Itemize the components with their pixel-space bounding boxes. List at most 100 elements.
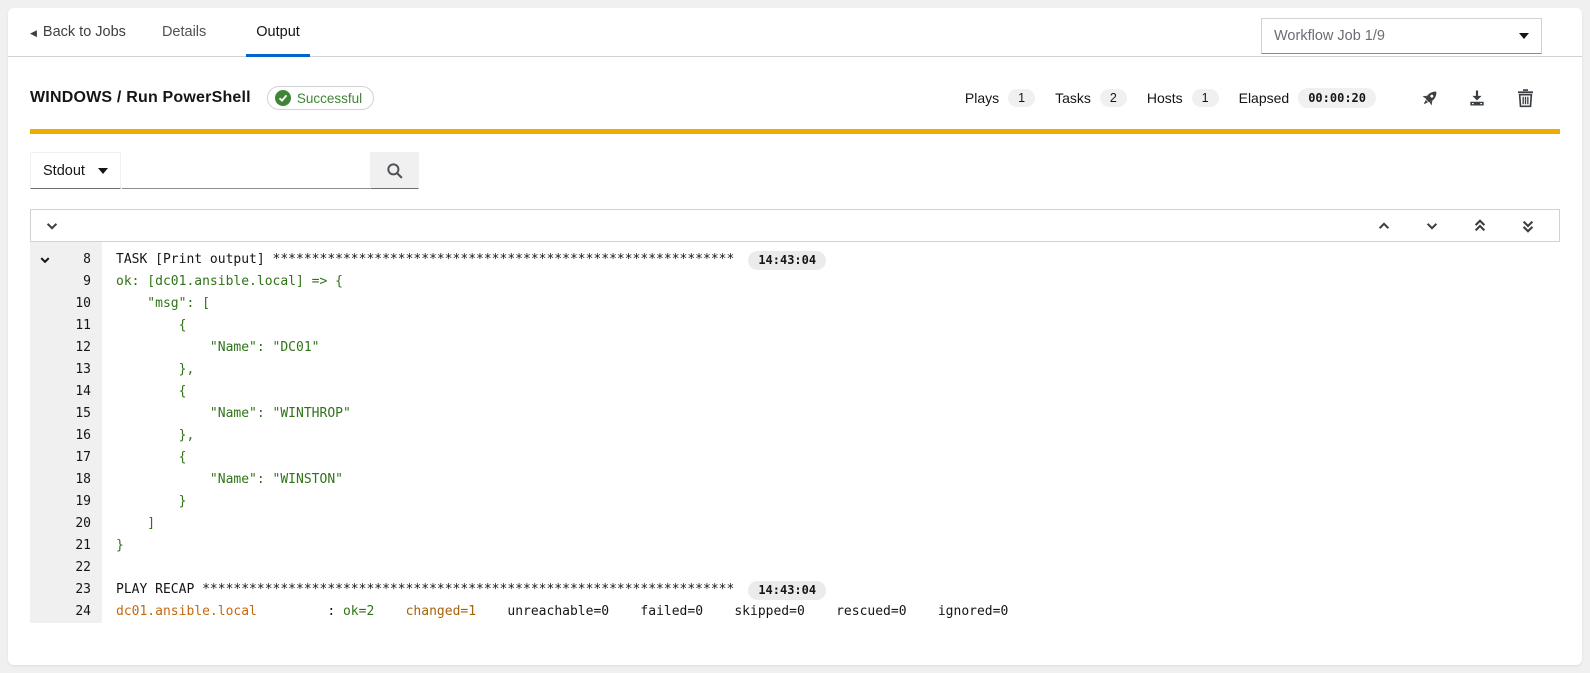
- scroll-to-bottom-button[interactable]: [1517, 215, 1539, 237]
- line-segment: unreachable=0 failed=0 skipped=0 rescued…: [476, 601, 1008, 623]
- line-number: 22: [60, 557, 102, 579]
- line-content: }: [102, 491, 186, 513]
- collapse-all-button[interactable]: [45, 219, 59, 233]
- line-gutter: 21: [30, 535, 102, 557]
- line-gutter: 12: [30, 337, 102, 359]
- stat-elapsed: Elapsed00:00:20: [1239, 88, 1376, 108]
- scroll-to-top-button[interactable]: [1469, 215, 1491, 237]
- line-segment: "Name": "WINSTON": [116, 469, 343, 491]
- line-content: {: [102, 447, 186, 469]
- line-expand-toggle[interactable]: [30, 254, 60, 266]
- delete-job-button[interactable]: [1508, 83, 1542, 113]
- line-segment: }: [116, 491, 186, 513]
- chevron-up-icon: [1377, 219, 1391, 233]
- stat-value-badge: 1: [1192, 89, 1219, 107]
- line-gutter: 19: [30, 491, 102, 513]
- back-to-jobs-link[interactable]: ◀ Back to Jobs: [30, 8, 126, 56]
- status-badge-label: Successful: [297, 91, 362, 106]
- console-line: 9ok: [dc01.ansible.local] => {: [30, 271, 1560, 293]
- relaunch-button[interactable]: [1412, 83, 1446, 113]
- line-number: 20: [60, 513, 102, 535]
- stdout-output[interactable]: 78 TASK [Print output] ******************…: [30, 242, 1560, 638]
- job-output-page: ◀ Back to Jobs Details Output Workflow J…: [8, 8, 1582, 665]
- search-input[interactable]: [122, 152, 370, 189]
- search-field-select-value: Stdout: [43, 163, 85, 179]
- line-segment: [374, 601, 405, 623]
- stat-value-badge: 1: [1008, 89, 1035, 107]
- console-line: 15 "Name": "WINTHROP": [30, 403, 1560, 425]
- line-gutter: 7: [30, 242, 102, 249]
- line-segment: "msg": [: [116, 293, 210, 315]
- line-content: [102, 242, 116, 249]
- console-line: 16 },: [30, 425, 1560, 447]
- status-badge: Successful: [267, 86, 374, 110]
- tab-output-label: Output: [256, 24, 300, 40]
- console-line: 19 }: [30, 491, 1560, 513]
- line-segment: "Name": "DC01": [116, 337, 320, 359]
- line-segment: {: [116, 315, 186, 337]
- previous-match-button[interactable]: [1373, 215, 1395, 237]
- stdout-console: 78 TASK [Print output] ******************…: [30, 209, 1560, 638]
- line-gutter: 11: [30, 315, 102, 337]
- line-number: 18: [60, 469, 102, 491]
- search-icon: [386, 162, 404, 180]
- stat-value-badge: 00:00:20: [1298, 88, 1376, 108]
- console-line: 14 {: [30, 381, 1560, 403]
- line-content: [102, 557, 116, 579]
- line-number: 8: [60, 249, 102, 271]
- timestamp-badge: 14:43:04: [748, 251, 826, 270]
- console-line: 22: [30, 557, 1560, 579]
- line-number: 11: [60, 315, 102, 337]
- line-content: "Name": "WINTHROP": [102, 403, 351, 425]
- line-number: 14: [60, 381, 102, 403]
- line-number: 10: [60, 293, 102, 315]
- double-chevron-down-icon: [1521, 218, 1535, 234]
- page-title: WINDOWS / Run PowerShell: [30, 89, 251, 107]
- line-segment: {: [116, 381, 186, 403]
- line-content: dc01.ansible.local : ok=2 changed=1 unre…: [102, 601, 1008, 623]
- line-number: 15: [60, 403, 102, 425]
- job-header: WINDOWS / Run PowerShell Successful Play…: [8, 57, 1582, 113]
- chevron-down-icon: [39, 254, 51, 266]
- chevron-down-icon: [45, 219, 59, 233]
- workflow-job-select[interactable]: Workflow Job 1/9: [1261, 18, 1542, 54]
- line-content: "Name": "WINSTON": [102, 469, 343, 491]
- line-content: },: [102, 425, 194, 447]
- workflow-job-select-value: Workflow Job 1/9: [1274, 28, 1385, 44]
- line-content: "Name": "DC01": [102, 337, 320, 359]
- stat-plays: Plays1: [965, 89, 1035, 107]
- chevron-down-icon: [98, 168, 108, 174]
- status-accent-bar: [30, 129, 1560, 134]
- line-content: "msg": [: [102, 293, 210, 315]
- console-line: 8 TASK [Print output] *******************…: [30, 249, 1560, 271]
- line-segment: TASK [Print output] ********************…: [116, 249, 734, 271]
- line-number: 23: [60, 579, 102, 601]
- line-segment: dc01.ansible.local: [116, 601, 257, 623]
- line-segment: ]: [116, 513, 155, 535]
- stat-hosts: Hosts1: [1147, 89, 1219, 107]
- tab-output[interactable]: Output: [254, 8, 302, 56]
- search-button[interactable]: [370, 152, 419, 189]
- line-gutter: 17: [30, 447, 102, 469]
- next-match-button[interactable]: [1421, 215, 1443, 237]
- tab-details[interactable]: Details: [160, 8, 208, 56]
- console-line: 11 {: [30, 315, 1560, 337]
- line-segment: PLAY RECAP *****************************…: [116, 579, 734, 601]
- line-number: 16: [60, 425, 102, 447]
- line-content: PLAY RECAP *****************************…: [102, 579, 826, 601]
- search-toolbar: Stdout: [30, 152, 1560, 189]
- console-line: 10 "msg": [: [30, 293, 1560, 315]
- line-number: 13: [60, 359, 102, 381]
- line-gutter: 18: [30, 469, 102, 491]
- line-number: 9: [60, 271, 102, 293]
- line-gutter: 13: [30, 359, 102, 381]
- line-gutter: 15: [30, 403, 102, 425]
- console-line: 20 ]: [30, 513, 1560, 535]
- download-output-button[interactable]: [1460, 83, 1494, 113]
- line-content: },: [102, 359, 194, 381]
- line-number: 7: [60, 242, 102, 249]
- console-toolbar: [30, 209, 1560, 242]
- search-field-select[interactable]: Stdout: [30, 152, 121, 189]
- line-content: {: [102, 315, 186, 337]
- line-number: 24: [60, 601, 102, 623]
